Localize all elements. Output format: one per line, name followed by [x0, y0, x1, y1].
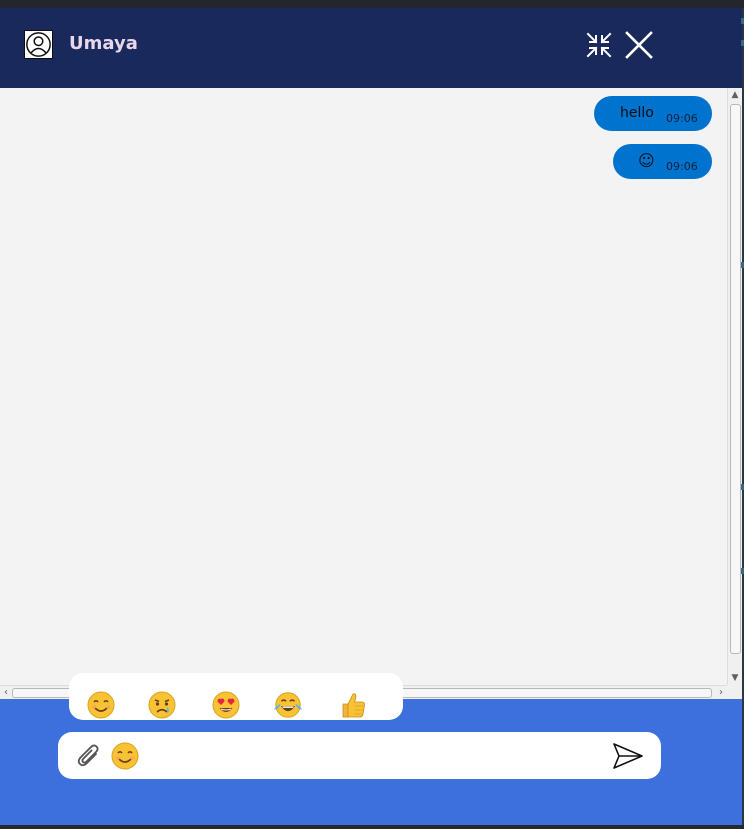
scroll-left-icon[interactable]: ‹ [0, 686, 12, 699]
user-icon [26, 32, 51, 57]
message-time: 09:06 [666, 160, 698, 173]
avatar[interactable] [24, 30, 53, 59]
chat-window: Umaya hello 09:06 ☺ 09:06 ▲ ▼ ‹ › [0, 0, 744, 829]
bottom-strip [0, 825, 744, 829]
smiling-face-icon [87, 691, 115, 719]
emoji-button[interactable] [110, 741, 140, 771]
sad-crying-face-emoji[interactable] [146, 690, 178, 720]
message-bubble: hello 09:06 [594, 96, 712, 131]
minimize-button[interactable] [582, 28, 616, 62]
message-input[interactable] [148, 740, 592, 772]
vertical-scrollbar[interactable]: ▲ ▼ [727, 88, 742, 685]
smiling-face-emoji[interactable] [85, 690, 117, 720]
contact-name: Umaya [69, 33, 138, 54]
send-button[interactable] [610, 740, 646, 772]
heart-eyes-face-emoji[interactable] [210, 690, 242, 720]
emoji-picker [69, 673, 403, 720]
title-strip [0, 0, 744, 8]
heart-eyes-icon [212, 691, 240, 719]
attach-button[interactable] [74, 741, 104, 771]
tears-of-joy-face-emoji[interactable] [272, 690, 304, 720]
send-icon [613, 743, 643, 769]
message-list [0, 88, 727, 685]
close-button[interactable] [622, 28, 656, 62]
message-bubble: ☺ 09:06 [613, 144, 712, 179]
thumbs-up-emoji[interactable] [337, 690, 369, 720]
collapse-icon [586, 32, 612, 58]
scroll-right-icon[interactable]: › [715, 686, 727, 699]
scroll-up-icon[interactable]: ▲ [728, 88, 742, 102]
scroll-down-icon[interactable]: ▼ [728, 671, 742, 685]
tears-of-joy-icon [273, 692, 303, 718]
message-text: ☺ [638, 151, 655, 170]
message-composer [58, 732, 661, 779]
smiley-icon [111, 742, 139, 770]
close-icon [625, 31, 653, 59]
message-time: 09:06 [666, 112, 698, 125]
chat-header: Umaya [0, 8, 744, 88]
message-text: hello [620, 105, 654, 121]
scrollbar-corner [727, 685, 742, 699]
paperclip-icon [77, 744, 99, 767]
crying-face-icon [148, 691, 176, 719]
thumbs-up-icon [342, 693, 365, 718]
vertical-scroll-thumb[interactable] [730, 104, 741, 654]
